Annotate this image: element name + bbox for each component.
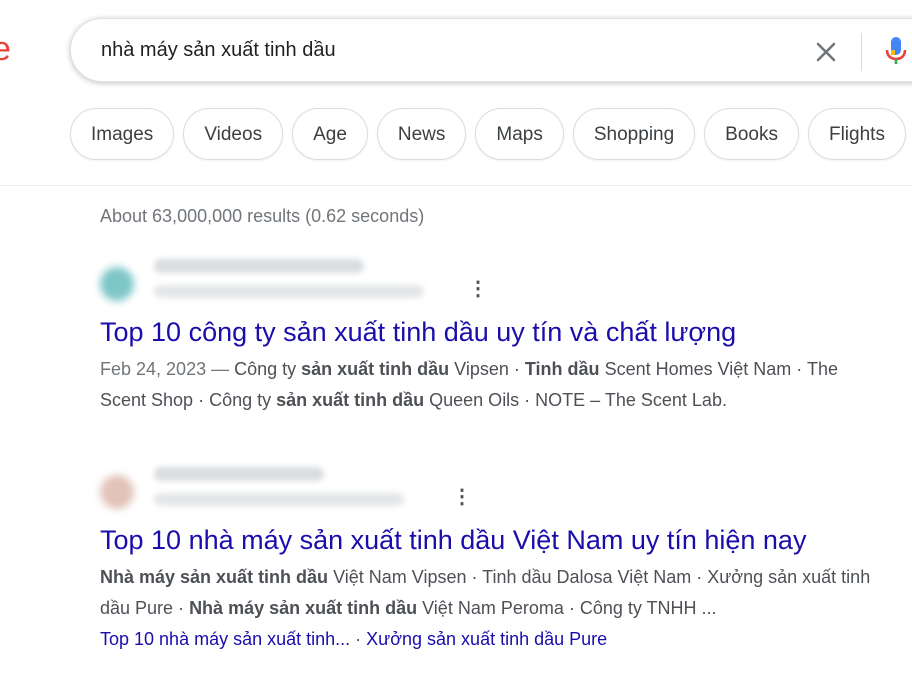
site-url-blurred: [154, 493, 404, 506]
chip-maps[interactable]: Maps: [475, 108, 564, 160]
snippet-text: Công ty: [234, 359, 302, 379]
sitelink[interactable]: Xưởng sản xuất tinh dầu Pure: [366, 629, 607, 649]
snippet-text: Việt Nam Peroma · Công ty TNHH ...: [417, 598, 717, 618]
clear-icon[interactable]: [813, 39, 839, 65]
site-name-blurred: [154, 259, 364, 273]
chip-shopping[interactable]: Shopping: [572, 108, 696, 160]
snippet-line: Feb 24, 2023 — Công ty sản xuất tinh dầu…: [100, 354, 912, 385]
snippet-line: Scent Shop · Công ty sản xuất tinh dầu Q…: [100, 385, 912, 416]
chip-news[interactable]: News: [376, 108, 467, 160]
snippet-highlight: sản xuất tinh dầu: [276, 390, 425, 410]
chip-videos[interactable]: Videos: [183, 108, 284, 160]
site-favicon-icon: [100, 267, 134, 301]
result-stats: About 63,000,000 results (0.62 seconds): [100, 206, 425, 226]
search-result: ⋮ Top 10 nhà máy sản xuất tinh dầu Việt …: [100, 463, 912, 655]
snippet-line: Nhà máy sản xuất tinh dầu Việt Nam Vipse…: [100, 562, 912, 593]
snippet-highlight: Nhà máy sản xuất tinh dầu: [100, 567, 329, 587]
search-result: ⋮ Top 10 công ty sản xuất tinh dầu uy tí…: [100, 255, 912, 416]
google-logo-fragment[interactable]: e: [0, 30, 11, 69]
snippet-line: dầu Pure · Nhà máy sản xuất tinh dầu Việ…: [100, 593, 912, 624]
site-name-blurred: [154, 467, 324, 481]
site-url-blurred: [154, 285, 424, 298]
chip-images[interactable]: Images: [70, 108, 175, 160]
search-box[interactable]: nhà máy sản xuất tinh dầu: [70, 18, 912, 82]
snippet-text: Queen Oils · NOTE – The Scent Lab.: [424, 390, 727, 410]
result-title-link[interactable]: Top 10 công ty sản xuất tinh dầu uy tín …: [100, 317, 912, 348]
sitelink[interactable]: Top 10 nhà máy sản xuất tinh...: [100, 629, 350, 649]
chip-age[interactable]: Age: [292, 108, 368, 160]
more-options-icon[interactable]: ⋮: [468, 279, 488, 299]
microphone-icon[interactable]: [883, 35, 909, 67]
result-sitelinks: Top 10 nhà máy sản xuất tinh... · Xưởng …: [100, 624, 912, 655]
chip-books[interactable]: Books: [704, 108, 799, 160]
search-divider: [861, 33, 862, 71]
snippet-text: Vipsen ·: [449, 359, 525, 379]
result-title-link[interactable]: Top 10 nhà máy sản xuất tinh dầu Việt Na…: [100, 525, 912, 556]
site-favicon-icon: [100, 475, 134, 509]
snippet-text: Scent Shop · Công ty: [100, 390, 277, 410]
snippet-highlight: Tinh dầu: [524, 359, 600, 379]
search-input[interactable]: nhà máy sản xuất tinh dầu: [101, 39, 336, 62]
more-options-icon[interactable]: ⋮: [452, 487, 472, 507]
chip-flights[interactable]: Flights: [807, 108, 906, 160]
filter-chips: Images Videos Age News Maps Shopping Books Flig…: [70, 108, 912, 164]
snippet-text: Scent Homes Việt Nam · The: [599, 359, 838, 379]
snippet-text: Việt Nam Vipsen · Tinh dầu Dalosa Việt N…: [328, 567, 871, 587]
snippet-text: dầu Pure ·: [100, 598, 190, 618]
result-source[interactable]: ⋮: [100, 463, 912, 519]
snippet-highlight: sản xuất tinh dầu: [301, 359, 450, 379]
snippet-highlight: Nhà máy sản xuất tinh dầu: [189, 598, 418, 618]
snippet-date: Feb 24, 2023 —: [100, 359, 235, 379]
sitelink-separator: ·: [350, 629, 367, 649]
result-snippet: Feb 24, 2023 — Công ty sản xuất tinh dầu…: [100, 354, 912, 416]
header-divider: [0, 185, 912, 186]
result-source[interactable]: ⋮: [100, 255, 912, 311]
result-snippet: Nhà máy sản xuất tinh dầu Việt Nam Vipse…: [100, 562, 912, 624]
